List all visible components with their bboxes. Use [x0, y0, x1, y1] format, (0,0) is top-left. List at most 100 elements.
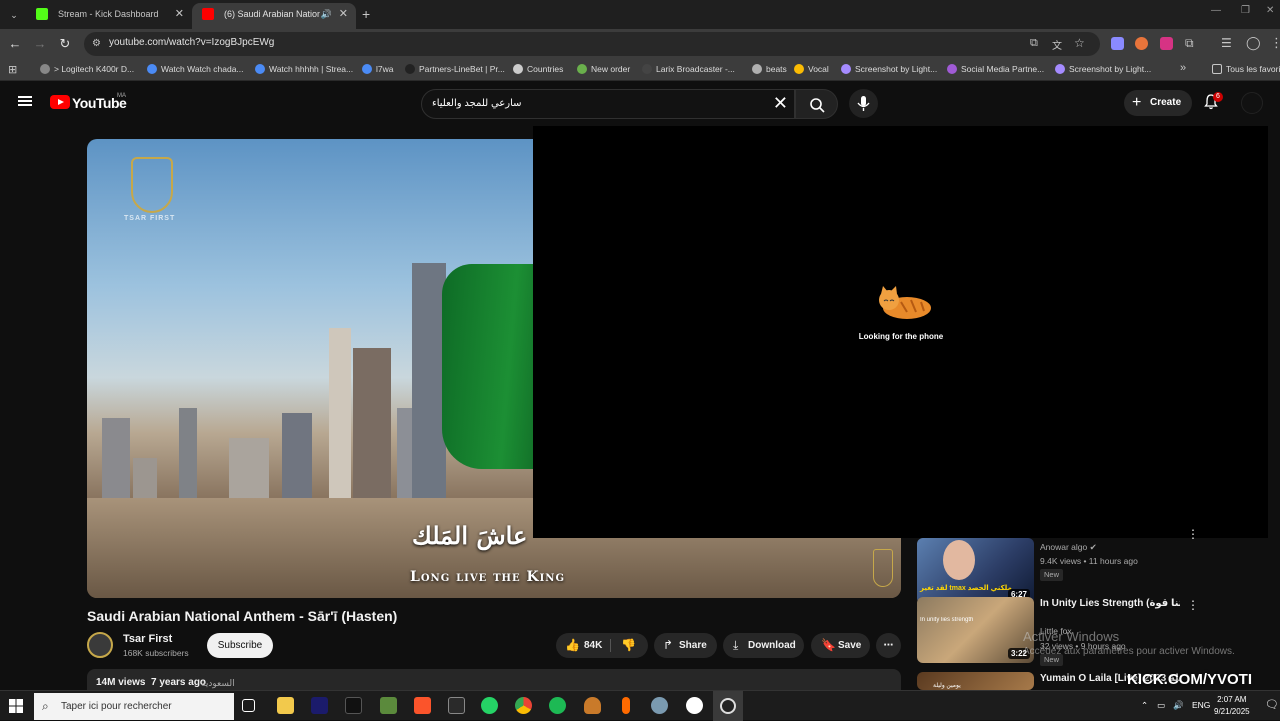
clear-search-icon[interactable]: ✕ [773, 93, 788, 114]
epic-games-icon[interactable] [448, 697, 465, 714]
language-indicator[interactable]: ENG [1192, 700, 1210, 710]
app-icon[interactable] [651, 697, 668, 714]
tiktok-icon[interactable] [345, 697, 362, 714]
recommended-more-icon[interactable]: ⋮ [1187, 527, 1199, 541]
bookmark-item[interactable]: Screenshot by Light... [841, 64, 937, 74]
tab-youtube-anthem[interactable]: (6) Saudi Arabian National Anthem 🔊 ✕ [192, 3, 356, 29]
search-icon [810, 98, 825, 113]
browser-tab-strip: ⌄ Stream - Kick Dashboard ✕ (6) Saudi Ar… [0, 0, 1280, 29]
channel-avatar[interactable] [87, 632, 113, 658]
bookmark-item[interactable]: Partners-LineBet | Pr... [405, 64, 505, 74]
more-bookmarks-button[interactable]: » [1180, 62, 1186, 74]
recommended-thumbnail[interactable]: In unity lies strength 3:22 [917, 597, 1034, 663]
minimize-icon[interactable]: — [1211, 5, 1221, 16]
tab-search-chevron-icon[interactable]: ⌄ [4, 6, 24, 24]
recommended-thumbnail[interactable]: لقد تغير tmax ملكني الحصد 6:27 [917, 538, 1034, 604]
forward-button[interactable]: → [31, 35, 49, 53]
install-app-icon[interactable]: ⧉ [1030, 37, 1038, 50]
file-explorer-icon[interactable] [277, 697, 294, 714]
bookmark-item[interactable]: l7wa [362, 64, 393, 74]
address-bar[interactable]: ⚙ youtube.com/watch?v=IzogBJpcEWg ⧉ 文 ☆ [84, 32, 1100, 56]
brave-icon[interactable] [414, 697, 431, 714]
whatsapp-icon[interactable] [481, 697, 498, 714]
site-info-icon[interactable]: ⚙ [92, 38, 101, 49]
extension-icon[interactable] [1111, 37, 1124, 50]
taskbar-clock[interactable]: 2:07 AM 9/21/2025 [1214, 694, 1250, 718]
subscribe-button[interactable]: Subscribe [207, 633, 273, 658]
download-button[interactable]: ⤓ Download [723, 633, 804, 658]
more-actions-button[interactable]: ⋯ [876, 633, 901, 658]
create-button[interactable]: + Create [1124, 90, 1192, 116]
minecraft-icon[interactable] [380, 697, 397, 714]
obs-icon[interactable] [686, 697, 703, 714]
channel-name[interactable]: Tsar First [123, 633, 172, 645]
tab-kick-dashboard[interactable]: Stream - Kick Dashboard ✕ [26, 3, 192, 29]
bookmark-star-icon[interactable]: ☆ [1074, 36, 1085, 50]
taskbar-search-input[interactable]: ⌕ Taper ici pour rechercher [34, 693, 234, 720]
active-app-highlight[interactable] [713, 691, 743, 721]
search-button[interactable] [795, 89, 838, 119]
bookmark-item[interactable]: beats [752, 64, 787, 74]
windows-start-icon[interactable] [9, 699, 23, 713]
bookmark-item[interactable]: Watch hhhhh | Strea... [255, 64, 353, 74]
reload-button[interactable]: ↻ [56, 35, 74, 53]
bookmark-item[interactable]: Vocal [794, 64, 829, 74]
bookmark-item[interactable]: New order [577, 64, 630, 74]
overlay-status-text: Looking for the phone [858, 332, 944, 341]
recommended-title[interactable]: In Unity Lies Strength (في وحدتنا قوة) [1040, 598, 1180, 609]
close-window-icon[interactable]: ✕ [1266, 5, 1274, 16]
restore-icon[interactable]: ❐ [1241, 5, 1250, 16]
thumbs-down-icon[interactable]: 👎 [621, 633, 636, 658]
channel-watermark-icon[interactable] [873, 549, 893, 587]
spotify-icon[interactable] [549, 697, 566, 714]
burger-app-icon[interactable] [584, 697, 601, 714]
save-button[interactable]: 🔖 Save [811, 633, 870, 658]
premiere-pro-icon[interactable] [311, 697, 328, 714]
all-bookmarks-folder[interactable]: Tous les favoris [1212, 64, 1280, 74]
show-hidden-icons[interactable]: ⌃ [1141, 700, 1148, 711]
hamburger-menu-icon[interactable] [18, 96, 32, 106]
bookmark-item[interactable]: Social Media Partne... [947, 64, 1044, 74]
microphone-app-icon[interactable] [622, 697, 630, 714]
menu-kebab-icon[interactable]: ⋮ [1270, 35, 1280, 51]
notification-center-icon[interactable]: 🗨 [1265, 698, 1279, 711]
back-button[interactable]: ← [6, 35, 24, 53]
task-view-icon[interactable] [242, 699, 255, 712]
network-icon[interactable]: ▭ [1157, 700, 1165, 711]
bookmark-item[interactable]: Countries [513, 64, 563, 74]
recommended-channel[interactable]: Anowar algo ✔ [1040, 542, 1097, 553]
account-avatar[interactable] [1241, 92, 1263, 114]
hashtag[interactable]: السعودية [201, 678, 235, 689]
voice-search-button[interactable] [849, 89, 878, 118]
extensions-puzzle-icon[interactable]: ⧉ [1185, 36, 1194, 51]
extension-icon[interactable] [1160, 37, 1173, 50]
volume-icon[interactable]: 🔊 [1173, 700, 1184, 711]
youtube-logo-icon[interactable] [50, 95, 70, 109]
apps-grid-icon[interactable]: ⊞ [8, 63, 17, 76]
speaker-icon[interactable]: 🔊 [321, 3, 332, 25]
chrome-icon[interactable] [515, 697, 532, 714]
translate-icon[interactable]: 文 [1052, 37, 1062, 52]
search-icon: ⌕ [42, 699, 49, 713]
bookmark-label: Larix Broadcaster -... [656, 64, 735, 74]
search-input[interactable]: سارعي للمجد والعلياء ✕ [421, 89, 795, 119]
bookmark-favicon-icon [947, 64, 957, 74]
recommended-thumbnail[interactable]: يومين وليلة [917, 672, 1034, 690]
close-tab-icon[interactable]: ✕ [339, 3, 348, 25]
reading-list-icon[interactable]: ☰ [1221, 36, 1232, 50]
clock-time: 2:07 AM [1217, 695, 1247, 704]
thumbnail-caption: يومين وليلة [933, 683, 961, 689]
share-button[interactable]: ↱ Share [654, 633, 717, 658]
bookmark-item[interactable]: Watch Watch chada... [147, 64, 244, 74]
recommended-more-icon[interactable]: ⋮ [1187, 598, 1199, 612]
bookmark-item[interactable]: Larix Broadcaster -... [642, 64, 735, 74]
bookmark-item[interactable]: > Logitech K400r D... [40, 64, 134, 74]
bookmark-label: beats [766, 64, 787, 74]
close-tab-icon[interactable]: ✕ [175, 3, 184, 25]
profile-icon[interactable]: ◯ [1246, 35, 1261, 51]
thumbs-up-icon[interactable]: 👍 [565, 633, 580, 658]
bookmark-item[interactable]: Screenshot by Light... [1055, 64, 1151, 74]
new-tab-button[interactable]: + [362, 6, 370, 22]
extension-icon[interactable] [1135, 37, 1148, 50]
like-count[interactable]: 84K [584, 633, 602, 658]
